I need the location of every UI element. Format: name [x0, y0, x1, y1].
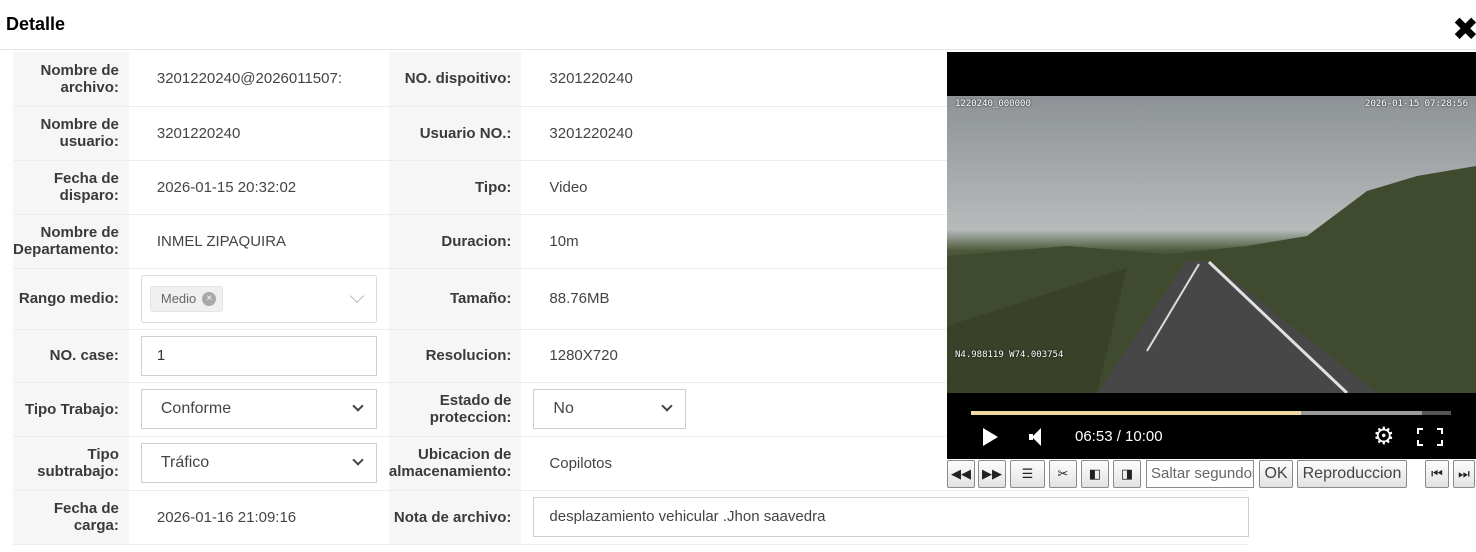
- device-no-label: NO. dispoitivo:: [388, 52, 522, 107]
- rewind-button[interactable]: ◀◀: [947, 460, 975, 488]
- remove-tag-icon[interactable]: ×: [202, 291, 217, 306]
- case-no-label: NO. case:: [13, 329, 129, 383]
- protection-select[interactable]: No: [533, 389, 687, 429]
- size-label: Tamaño:: [388, 268, 522, 330]
- close-icon[interactable]: ✖: [1452, 13, 1476, 45]
- case-no-input[interactable]: 1: [140, 335, 377, 376]
- upload-date-label: Fecha de carga:: [13, 490, 129, 545]
- time-display: 06:53 / 10:00: [1075, 428, 1163, 445]
- detail-row: Fecha de carga: 2026-01-16 21:09:16 Nota…: [13, 490, 1250, 545]
- work-type-selected: Conforme: [160, 400, 232, 417]
- fast-forward-button[interactable]: ▶▶: [978, 460, 1006, 488]
- file-name-value: 3201220240@2026011507:: [128, 52, 389, 107]
- osd-timestamp: 2026-01-15 07:28:56: [1365, 99, 1468, 109]
- work-subtype-selected: Tráfico: [160, 454, 210, 471]
- gear-icon[interactable]: ⚙: [1373, 425, 1395, 449]
- volume-icon[interactable]: [1029, 428, 1043, 446]
- ok-button[interactable]: OK: [1259, 460, 1293, 488]
- work-subtype-select[interactable]: Tráfico: [140, 443, 377, 483]
- file-name-label: Nombre de archivo:: [13, 52, 129, 107]
- dialog-title: Detalle: [6, 14, 66, 34]
- list-button[interactable]: ☰: [1010, 460, 1045, 488]
- prev-frame-button[interactable]: ◧: [1081, 460, 1109, 488]
- video-frame[interactable]: 1220240_000000 2026-01-15 07:28:56 N4.98…: [947, 96, 1476, 393]
- work-subtype-label: Tipo subtrabajo:: [13, 436, 129, 491]
- fullscreen-icon[interactable]: [1417, 428, 1443, 446]
- video-scene: [947, 166, 1476, 393]
- osd-device-id: 1220240_000000: [955, 99, 1031, 109]
- chevron-down-icon: [352, 454, 364, 466]
- last-button[interactable]: ⏭: [1453, 460, 1475, 488]
- work-type-label: Tipo Trabajo:: [13, 382, 129, 437]
- cut-button[interactable]: ✂: [1049, 460, 1077, 488]
- trigger-date-label: Fecha de disparo:: [13, 160, 129, 215]
- protection-selected: No: [553, 400, 574, 417]
- next-frame-button[interactable]: ◨: [1113, 460, 1141, 488]
- playback-toolbar: ◀◀ ▶▶ ☰ ✂ ◧ ◨ Saltar segundos OK Reprodu…: [947, 459, 1476, 489]
- play-icon[interactable]: [983, 428, 998, 446]
- seek-seconds-input[interactable]: Saltar segundos: [1146, 460, 1254, 488]
- media-range-label: Rango medio:: [13, 268, 129, 330]
- progress-bar[interactable]: [971, 411, 1451, 415]
- media-range-tag-label: Medio: [160, 290, 197, 306]
- chevron-down-icon: [352, 400, 364, 412]
- upload-date-value: 2026-01-16 21:09:16: [128, 490, 389, 545]
- duration-label: Duracion:: [388, 214, 522, 269]
- user-name-label: Nombre de usuario:: [13, 106, 129, 161]
- resolution-label: Resolucion:: [388, 329, 522, 383]
- department-label: Nombre de Departamento:: [13, 214, 129, 269]
- media-range-tag: Medio ×: [149, 285, 224, 312]
- protection-label: Estado de proteccion:: [388, 382, 522, 437]
- type-label: Tipo:: [388, 160, 522, 215]
- player-controls: 06:53 / 10:00 ⚙: [947, 424, 1476, 450]
- osd-coordinates: N4.988119 W74.003754: [955, 350, 1064, 360]
- department-value: INMEL ZIPAQUIRA: [128, 214, 389, 269]
- progress-fill: [971, 411, 1302, 415]
- chevron-down-icon: [661, 400, 674, 412]
- media-range-select[interactable]: Medio ×: [140, 274, 377, 323]
- user-name-value: 3201220240: [128, 106, 389, 161]
- trigger-date-value: 2026-01-15 20:32:02: [128, 160, 389, 215]
- first-button[interactable]: ⏮: [1425, 460, 1449, 488]
- playback-button[interactable]: Reproduccion: [1297, 460, 1407, 488]
- dialog-header: Detalle ✖: [0, 0, 1476, 50]
- chevron-down-icon: [349, 288, 364, 303]
- file-note-label: Nota de archivo:: [388, 490, 522, 545]
- user-no-label: Usuario NO.:: [388, 106, 522, 161]
- storage-label: Ubicacion de almacenamiento:: [388, 436, 522, 491]
- file-note-input[interactable]: desplazamiento vehicular .Jhon saavedra: [533, 497, 1250, 537]
- video-player[interactable]: 1220240_000000 2026-01-15 07:28:56 N4.98…: [947, 52, 1476, 459]
- work-type-select[interactable]: Conforme: [140, 389, 377, 429]
